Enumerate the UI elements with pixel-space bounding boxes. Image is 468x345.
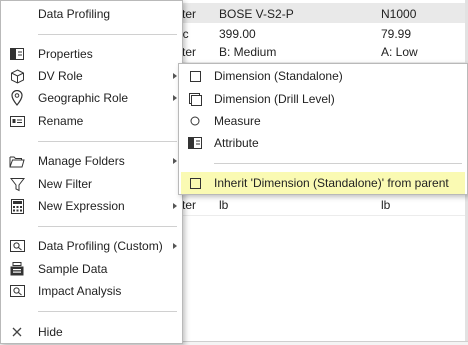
square-icon (187, 175, 203, 191)
attribute-icon (187, 135, 203, 151)
table-cell: lb (381, 198, 391, 212)
submenu-item-label: Measure (214, 114, 261, 128)
sample-data-icon (9, 261, 25, 277)
menu-item-sample-data[interactable]: Sample Data (1, 258, 182, 280)
submenu-item-label: Dimension (Standalone) (214, 69, 343, 83)
menu-item-new-filter[interactable]: New Filter (1, 173, 182, 195)
table-cell: A: Low (381, 45, 418, 59)
menu-item-properties[interactable]: Properties (1, 43, 182, 65)
table-cell: N1000 (381, 7, 417, 21)
close-icon (9, 324, 25, 340)
menu-item-geographic-role[interactable]: Geographic Role (1, 87, 182, 109)
menu-item-label: Geographic Role (38, 91, 129, 105)
profiling-icon (9, 238, 25, 254)
rename-icon (9, 113, 25, 129)
context-menu: Data Profiling Properties DV Role Geogra… (0, 0, 183, 344)
submenu-item-measure[interactable]: Measure (179, 110, 467, 132)
table-cell: lb (219, 198, 229, 212)
dv-role-submenu: Dimension (Standalone) Dimension (Drill … (178, 63, 468, 195)
table-cell: B: Medium (219, 45, 277, 59)
map-pin-icon (9, 90, 25, 106)
menu-item-data-profiling-custom[interactable]: Data Profiling (Custom) (1, 235, 182, 257)
cube-icon (9, 68, 25, 84)
submenu-item-label: Attribute (214, 136, 259, 150)
menu-item-label: New Expression (38, 199, 125, 213)
menu-item-label: Impact Analysis (38, 284, 122, 298)
stacked-square-icon (187, 91, 203, 107)
menu-item-label: Data Profiling (Custom) (38, 239, 163, 253)
menu-item-label: Rename (38, 114, 84, 128)
menu-item-impact-analysis[interactable]: Impact Analysis (1, 280, 182, 302)
submenu-item-inherit-role[interactable]: Inherit 'Dimension (Standalone)' from pa… (181, 172, 465, 194)
submenu-item-attribute[interactable]: Attribute (179, 132, 467, 154)
menu-item-label: Sample Data (38, 262, 108, 276)
menu-item-label: Data Profiling (38, 7, 111, 21)
menu-item-label: Hide (38, 325, 63, 339)
table-cell: BOSE V-S2-P (219, 7, 294, 21)
menu-item-label: Manage Folders (38, 154, 125, 168)
submenu-item-label: Inherit 'Dimension (Standalone)' from pa… (214, 176, 449, 190)
filter-icon (9, 176, 25, 192)
submenu-item-label: Dimension (Drill Level) (214, 92, 335, 106)
submenu-separator (214, 163, 462, 164)
menu-item-label: DV Role (38, 69, 83, 83)
folder-icon (9, 153, 25, 169)
menu-separator (38, 311, 177, 312)
properties-icon (9, 46, 25, 62)
menu-item-manage-folders[interactable]: Manage Folders (1, 150, 182, 172)
menu-item-data-profiling[interactable]: Data Profiling (1, 3, 182, 25)
impact-icon (9, 283, 25, 299)
square-icon (187, 68, 203, 84)
submenu-item-dimension-standalone[interactable]: Dimension (Standalone) (179, 65, 467, 87)
screen: cter BOSE V-S2-P N1000 ric 399.00 79.99 … (0, 0, 468, 345)
menu-separator (38, 34, 177, 35)
submenu-arrow-icon (172, 235, 178, 257)
menu-item-hide[interactable]: Hide (1, 321, 182, 343)
menu-separator (38, 141, 177, 142)
submenu-item-dimension-drill-level[interactable]: Dimension (Drill Level) (179, 88, 467, 110)
menu-item-new-expression[interactable]: New Expression (1, 195, 182, 217)
submenu-arrow-icon (172, 195, 178, 217)
calculator-icon (9, 198, 25, 214)
menu-item-rename[interactable]: Rename (1, 110, 182, 132)
menu-separator (38, 226, 177, 227)
menu-item-label: Properties (38, 47, 93, 61)
menu-item-label: New Filter (38, 177, 93, 191)
circle-icon (187, 113, 203, 129)
menu-item-dv-role[interactable]: DV Role (1, 65, 182, 87)
